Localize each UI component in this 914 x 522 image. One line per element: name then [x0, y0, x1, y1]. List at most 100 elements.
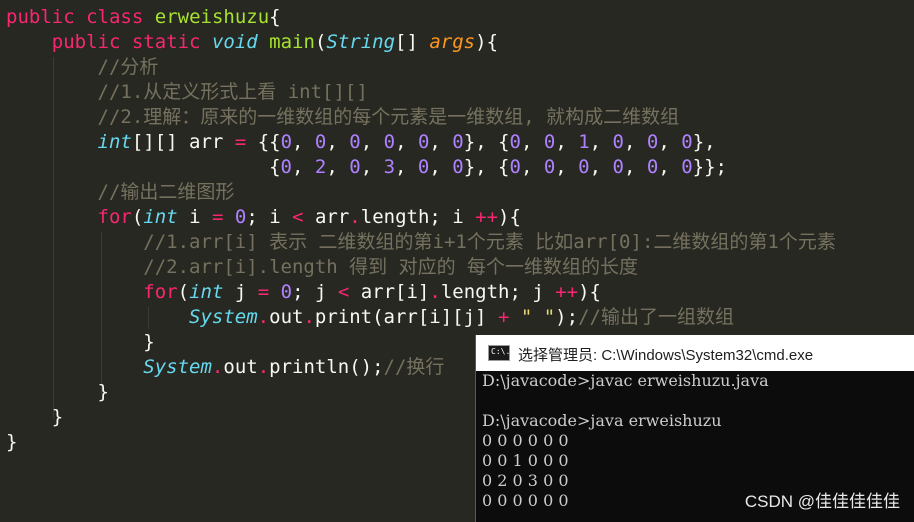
- code-token: for: [143, 281, 178, 303]
- code-token: <: [292, 206, 304, 228]
- code-token: 0: [646, 156, 659, 178]
- code-token: 0: [543, 156, 556, 178]
- code-line[interactable]: //分析: [6, 55, 159, 80]
- code-line[interactable]: System.out.println();//换行: [6, 355, 444, 380]
- code-token: ,: [360, 131, 384, 153]
- code-token: {: [269, 6, 281, 28]
- code-token: ,: [326, 156, 350, 178]
- code-token: .: [349, 206, 361, 228]
- code-token: 0: [383, 131, 396, 153]
- code-token: //1.arr[i] 表示 二维数组的第i+1个元素 比如arr[0]:二维数组…: [143, 231, 836, 253]
- code-token: 0: [452, 131, 464, 153]
- cmd-titlebar[interactable]: C:\. 选择管理员: C:\Windows\System32\cmd.exe: [476, 335, 914, 371]
- csdn-watermark: CSDN @佳佳佳佳佳: [744, 492, 900, 511]
- code-token: );: [555, 306, 579, 328]
- code-token: String: [326, 31, 396, 53]
- code-token: //1.从定义形式上看 int[][]: [97, 81, 368, 103]
- code-token: ,: [555, 156, 579, 178]
- code-token: ,: [429, 131, 453, 153]
- code-line[interactable]: }: [6, 430, 17, 455]
- code-token: ,: [658, 156, 682, 178]
- code-line[interactable]: }: [6, 330, 155, 355]
- code-token: ,: [623, 156, 647, 178]
- code-line[interactable]: //1.arr[i] 表示 二维数组的第i+1个元素 比如arr[0]:二维数组…: [6, 230, 836, 255]
- code-token: ++: [475, 206, 499, 228]
- code-token: length; i: [360, 206, 476, 228]
- code-token: 0: [280, 131, 293, 153]
- code-token: 0: [452, 156, 464, 178]
- code-line[interactable]: System.out.print(arr[i][j] + " ");//输出了一…: [6, 305, 734, 330]
- code-token: for: [97, 206, 132, 228]
- code-token: 0: [681, 156, 693, 178]
- code-token: public: [51, 31, 121, 53]
- code-token: 0: [234, 206, 247, 228]
- code-token: //2.arr[i].length 得到 对应的 每个一维数组的长度: [143, 256, 639, 278]
- code-token: 0: [646, 131, 659, 153]
- code-token: ,: [520, 156, 544, 178]
- code-token: println();: [269, 356, 384, 378]
- code-line[interactable]: }: [6, 405, 63, 430]
- code-token: },: [692, 131, 716, 153]
- code-token: (: [177, 281, 190, 303]
- code-token: erweishuzu: [154, 6, 270, 28]
- code-token: [][] arr: [131, 131, 235, 153]
- code-line[interactable]: int[][] arr = {{0, 0, 0, 0, 0, 0}, {0, 0…: [6, 130, 716, 155]
- code-token: ,: [429, 156, 453, 178]
- code-token: <: [337, 281, 350, 303]
- code-token: System: [143, 356, 212, 378]
- code-line[interactable]: //输出二维图形: [6, 180, 235, 205]
- code-token: ){: [498, 206, 521, 228]
- code-token: ,: [292, 131, 315, 153]
- code-line[interactable]: public static void main(String[] args){: [6, 30, 498, 55]
- code-token: ,: [395, 156, 418, 178]
- code-token: int: [97, 131, 132, 153]
- code-token: 0: [612, 156, 624, 178]
- code-token: 0: [349, 131, 361, 153]
- code-token: 0: [349, 156, 361, 178]
- code-token: //2.理解：原来的一维数组的每个元素是一维数组, 就构成二维数组: [97, 106, 680, 128]
- code-token: ,: [395, 131, 418, 153]
- code-token: class: [86, 6, 144, 28]
- code-token: //换行: [383, 356, 445, 378]
- code-token: 0: [612, 131, 624, 153]
- code-token: 0: [509, 131, 521, 153]
- code-line[interactable]: //1.从定义形式上看 int[][]: [6, 80, 368, 105]
- code-token: void: [211, 31, 258, 53]
- code-line[interactable]: }: [6, 380, 109, 405]
- code-token: length; j: [440, 281, 556, 303]
- code-line[interactable]: for(int j = 0; j < arr[i].length; j ++){: [6, 280, 601, 305]
- code-line[interactable]: public class erweishuzu{: [6, 5, 281, 30]
- code-token: System: [189, 306, 258, 328]
- code-token: i: [177, 206, 212, 228]
- code-token: .: [257, 356, 270, 378]
- code-token: }: [6, 331, 155, 353]
- code-token: (: [314, 31, 327, 53]
- code-token: .: [211, 356, 224, 378]
- code-token: ,: [292, 156, 315, 178]
- code-token: []: [395, 31, 430, 53]
- code-token: ,: [520, 131, 544, 153]
- code-token: ,: [326, 131, 350, 153]
- code-token: args: [429, 31, 476, 53]
- code-token: main: [269, 31, 315, 53]
- code-line[interactable]: for(int i = 0; i < arr.length; i ++){: [6, 205, 521, 230]
- code-token: }: [6, 431, 18, 453]
- code-line[interactable]: //2.理解：原来的一维数组的每个元素是一维数组, 就构成二维数组: [6, 105, 680, 130]
- code-token: 0: [509, 156, 521, 178]
- code-line[interactable]: //2.arr[i].length 得到 对应的 每个一维数组的长度: [6, 255, 638, 280]
- code-line[interactable]: {0, 2, 0, 3, 0, 0}, {0, 0, 0, 0, 0, 0}};: [6, 155, 727, 180]
- code-token: arr: [303, 206, 350, 228]
